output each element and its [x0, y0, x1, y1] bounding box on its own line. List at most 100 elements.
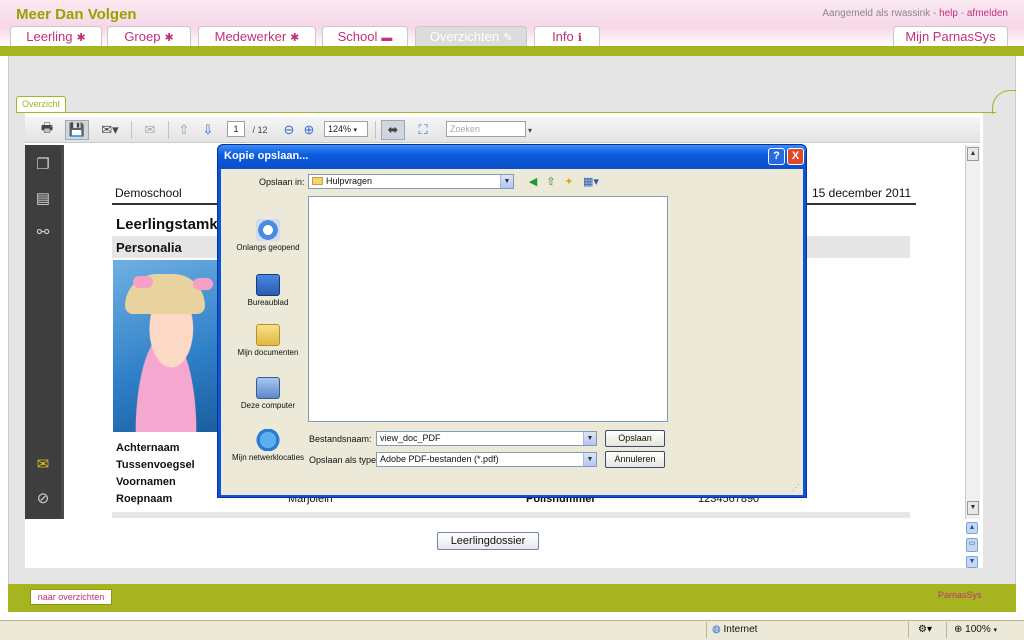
- documents-icon: [256, 324, 280, 346]
- place-recent[interactable]: Onlangs geopend: [229, 219, 307, 253]
- separator: [908, 622, 909, 638]
- document-date: 15 december 2011: [812, 186, 912, 200]
- search-binoculars-icon[interactable]: ⚯: [33, 223, 53, 243]
- resize-grip-icon[interactable]: ⋰: [792, 483, 800, 492]
- dialog-title: Kopie opslaan...: [224, 150, 309, 162]
- place-documents[interactable]: Mijn documenten: [229, 324, 307, 358]
- tab-info[interactable]: Info ℹ: [534, 26, 600, 46]
- fit-page-icon[interactable]: ⛶: [413, 120, 433, 140]
- save-button[interactable]: Opslaan: [605, 430, 665, 447]
- close-button[interactable]: X: [787, 148, 804, 165]
- place-label: Bureaublad: [247, 298, 289, 307]
- up-folder-icon[interactable]: ⇧: [544, 175, 558, 189]
- cancel-button[interactable]: Annuleren: [605, 451, 665, 468]
- scroll-up-icon[interactable]: ▲: [967, 147, 979, 161]
- view-menu-icon[interactable]: ▦▾: [581, 175, 601, 189]
- dialog-titlebar[interactable]: Kopie opslaan... ? X: [218, 145, 806, 169]
- place-label: Mijn documenten: [237, 348, 299, 357]
- tab-overzicht[interactable]: Overzicht: [16, 96, 66, 112]
- main-tabs: Leerling ✱ Groep ✱ Medewerker ✱ School ▬ Ove…: [0, 26, 1024, 46]
- photo-bow: [133, 276, 153, 288]
- separator: [375, 121, 376, 139]
- tab-mijn-parnassys[interactable]: Mijn ParnasSys: [893, 26, 1008, 46]
- attachment-icon[interactable]: ⊘: [33, 489, 53, 509]
- logout-link[interactable]: afmelden: [967, 8, 1008, 19]
- new-folder-icon[interactable]: ✦: [562, 175, 576, 189]
- comments-icon[interactable]: ✉: [33, 455, 53, 475]
- desktop-icon: [256, 274, 280, 296]
- dialog-body: Opslaan in: Hulpvragen ▼ ◀ ⇧ ✦ ▦▾ Onlang…: [221, 169, 803, 495]
- fit-width-icon[interactable]: ⬌: [381, 120, 405, 140]
- search-input[interactable]: Zoeken: [446, 121, 526, 137]
- zoom-control[interactable]: ⊕ 100% ▾: [954, 624, 997, 635]
- filetype-value: Adobe PDF-bestanden (*.pdf): [380, 454, 499, 464]
- leerlingdossier-button[interactable]: Leerlingdossier: [437, 532, 539, 550]
- arrow-up-icon[interactable]: ⇧: [175, 120, 193, 140]
- page-number-input[interactable]: 1: [227, 121, 245, 137]
- zoom-level-input[interactable]: 124% ▾: [324, 121, 368, 137]
- tab-label: Leerling: [26, 29, 73, 44]
- field-label-roepnaam: Roepnaam: [116, 493, 173, 505]
- place-desktop[interactable]: Bureaublad: [229, 274, 307, 308]
- print-icon[interactable]: 🖶: [37, 120, 57, 140]
- school-name: Demoschool: [115, 186, 182, 200]
- arrow-down-icon[interactable]: ⇩: [199, 120, 217, 140]
- field-label-tussenvoegsel: Tussenvoegsel: [116, 459, 195, 471]
- chevron-down-icon[interactable]: ▼: [583, 432, 596, 445]
- naar-overzichten-button[interactable]: naar overzichten: [30, 589, 112, 605]
- pages-icon[interactable]: ❐: [33, 155, 53, 175]
- email-icon[interactable]: ✉▾: [95, 120, 125, 140]
- filename-label: Bestandsnaam:: [309, 434, 372, 444]
- tab-medewerker[interactable]: Medewerker ✱: [198, 26, 316, 46]
- comment-icon[interactable]: ✉: [138, 120, 162, 140]
- chevron-down-icon[interactable]: ▼: [500, 175, 513, 188]
- save-in-select[interactable]: Hulpvragen ▼: [308, 174, 514, 189]
- student-photo: [113, 260, 219, 432]
- tab-label: Info: [552, 29, 574, 44]
- save-icon[interactable]: 💾: [65, 120, 89, 140]
- chevron-down-icon[interactable]: ▼: [583, 453, 596, 466]
- footer-bar: [8, 584, 1016, 612]
- school-icon: ▬: [381, 32, 393, 44]
- help-button[interactable]: ?: [768, 148, 785, 165]
- zoom-out-icon[interactable]: ⊖: [281, 120, 297, 140]
- scroll-down-icon[interactable]: ▼: [967, 501, 979, 515]
- vertical-scrollbar[interactable]: ▲ ▼: [965, 145, 980, 519]
- document-title: Leerlingstamk: [116, 216, 218, 233]
- separator: [131, 121, 132, 139]
- tab-groep[interactable]: Groep ✱: [107, 26, 191, 46]
- tab-leerling[interactable]: Leerling ✱: [10, 26, 102, 46]
- chevron-up-icon[interactable]: ▲: [966, 522, 978, 534]
- zoom-level: 124%: [328, 124, 352, 134]
- bookmarks-icon[interactable]: ▤: [33, 189, 53, 209]
- page-indicator-icon[interactable]: ▭: [966, 538, 978, 552]
- chevron-down-icon[interactable]: ▼: [966, 556, 978, 568]
- browser-statusbar: [0, 620, 1024, 640]
- file-list[interactable]: [308, 196, 668, 422]
- help-link[interactable]: help: [939, 8, 958, 19]
- separator: [168, 121, 169, 139]
- filetype-label: Opslaan als type:: [309, 455, 379, 465]
- protected-mode-icon[interactable]: ⚙▾: [918, 624, 932, 635]
- filetype-select[interactable]: Adobe PDF-bestanden (*.pdf) ▼: [376, 452, 597, 467]
- user-bar: Aangemeld als rwassink - help - afmelden: [822, 8, 1008, 19]
- back-icon[interactable]: ◀: [526, 175, 540, 189]
- filename-input[interactable]: view_doc_PDF ▼: [376, 431, 597, 446]
- group-icon: ✱: [164, 32, 174, 44]
- chevron-down-icon[interactable]: ▾: [525, 120, 535, 140]
- place-network[interactable]: Mijn netwerklocaties: [229, 429, 307, 463]
- tab-overzichten[interactable]: Overzichten ✎: [415, 26, 527, 46]
- zoom-in-icon[interactable]: ⊕: [301, 120, 317, 140]
- place-label: Deze computer: [240, 401, 296, 410]
- pencil-icon: ✎: [503, 32, 513, 44]
- zone-label: Internet: [723, 624, 758, 635]
- computer-icon: [256, 377, 280, 399]
- place-computer[interactable]: Deze computer: [229, 377, 307, 411]
- info-icon: ℹ: [577, 32, 582, 44]
- network-icon: [256, 429, 280, 451]
- place-label: Onlangs geopend: [236, 243, 300, 252]
- tabs-underline: [0, 46, 1024, 56]
- tab-school[interactable]: School ▬: [322, 26, 408, 46]
- app-brand: Meer Dan Volgen: [16, 6, 137, 23]
- place-label: Mijn netwerklocaties: [231, 453, 305, 462]
